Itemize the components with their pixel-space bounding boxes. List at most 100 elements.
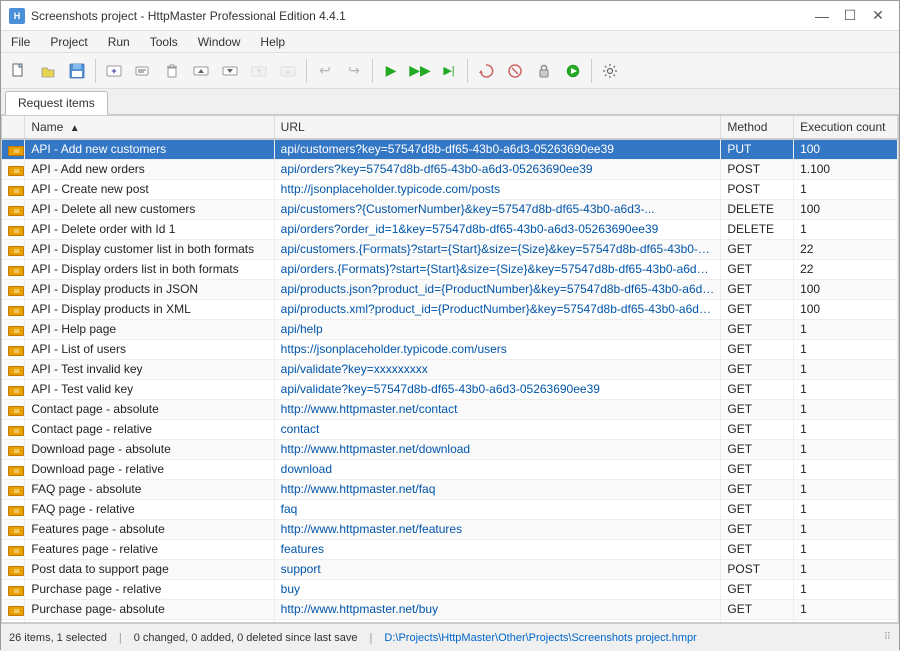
move-up-button[interactable]	[187, 57, 215, 85]
menu-help[interactable]: Help	[250, 31, 295, 52]
table-row[interactable]: ≡≡API - Display products in JSONapi/prod…	[2, 279, 898, 299]
row-url: buy	[274, 579, 721, 599]
edit-button[interactable]	[129, 57, 157, 85]
row-method: GET	[721, 419, 794, 439]
menu-window[interactable]: Window	[188, 31, 251, 52]
reset-button[interactable]	[472, 57, 500, 85]
table-row[interactable]: ≡≡Post data to support pagesupportPOST1	[2, 559, 898, 579]
table-row[interactable]: ≡≡Download page - relativedownloadGET1	[2, 459, 898, 479]
menu-tools[interactable]: Tools	[140, 31, 188, 52]
table-row[interactable]: ≡≡Purchase page - relativebuyGET1	[2, 579, 898, 599]
col-header-icon[interactable]	[2, 116, 25, 139]
row-url: features	[274, 539, 721, 559]
table-row[interactable]: ≡≡API - Add new ordersapi/orders?key=575…	[2, 159, 898, 179]
table-row[interactable]: ≡≡API - Display products in XMLapi/produ…	[2, 299, 898, 319]
table-row[interactable]: ≡≡API - Help pageapi/helpGET1	[2, 319, 898, 339]
table-row[interactable]: ≡≡Download page - absolutehttp://www.htt…	[2, 439, 898, 459]
close-button[interactable]: ✕	[865, 5, 891, 27]
menu-file[interactable]: File	[1, 31, 40, 52]
row-url: https://jsonplaceholder.typicode.com/use…	[274, 339, 721, 359]
status-changes-info: 0 changed, 0 added, 0 deleted since last…	[134, 632, 358, 644]
requests-table: Name ▲ URL Method Execution count ≡≡API …	[2, 116, 898, 622]
table-row[interactable]: ≡≡API - Delete order with Id 1api/orders…	[2, 219, 898, 239]
row-icon-cell: ≡≡	[2, 579, 25, 599]
table-row[interactable]: ≡≡Features page - relativefeaturesGET1	[2, 539, 898, 559]
table-row[interactable]: ≡≡Features page - absolutehttp://www.htt…	[2, 519, 898, 539]
run-button[interactable]: ▶	[377, 57, 405, 85]
run-selected-button[interactable]: ▶|	[435, 57, 463, 85]
table-row[interactable]: ≡≡API - Display orders list in both form…	[2, 259, 898, 279]
row-url: api/orders?order_id=1&key=57547d8b-df65-…	[274, 219, 721, 239]
request-type-icon: ≡≡	[8, 166, 24, 176]
row-name: Purchase page - relative	[25, 579, 274, 599]
request-type-icon: ≡≡	[8, 366, 24, 376]
table-row[interactable]: ≡≡API - Test invalid keyapi/validate?key…	[2, 359, 898, 379]
request-type-icon: ≡≡	[8, 326, 24, 336]
table-row[interactable]: ≡≡API - Delete all new customersapi/cust…	[2, 199, 898, 219]
request-type-icon: ≡≡	[8, 206, 24, 216]
table-row[interactable]: ≡≡API - Display customer list in both fo…	[2, 239, 898, 259]
col-header-method[interactable]: Method	[721, 116, 794, 139]
run-all-button[interactable]: ▶▶	[406, 57, 434, 85]
menu-project[interactable]: Project	[40, 31, 97, 52]
row-name: API - Create new post	[25, 179, 274, 199]
row-execcount: 1	[794, 499, 898, 519]
table-row[interactable]: ≡≡API - Add new customersapi/customers?k…	[2, 139, 898, 159]
row-url: api/products.json?product_id={ProductNum…	[274, 279, 721, 299]
new-button[interactable]	[5, 57, 33, 85]
row-execcount: 22	[794, 239, 898, 259]
row-icon-cell: ≡≡	[2, 219, 25, 239]
delete-button[interactable]	[158, 57, 186, 85]
table-row[interactable]: ≡≡API - Create new posthttp://jsonplaceh…	[2, 179, 898, 199]
settings-button[interactable]	[596, 57, 624, 85]
row-execcount: 1	[794, 379, 898, 399]
row-name: API - Add new orders	[25, 159, 274, 179]
col-header-name[interactable]: Name ▲	[25, 116, 274, 139]
row-icon-cell: ≡≡	[2, 239, 25, 259]
request-type-icon: ≡≡	[8, 386, 24, 396]
row-method: GET	[721, 359, 794, 379]
status-file-path[interactable]: D:\Projects\HttpMaster\Other\Projects\Sc…	[384, 632, 696, 644]
request-type-icon: ≡≡	[8, 566, 24, 576]
row-icon-cell: ≡≡	[2, 339, 25, 359]
table-row[interactable]: ≡≡Contact page - absolutehttp://www.http…	[2, 399, 898, 419]
row-icon-cell: ≡≡	[2, 559, 25, 579]
table-row[interactable]: ≡≡FAQ page - relativefaqGET1	[2, 499, 898, 519]
save-button[interactable]	[63, 57, 91, 85]
table-row[interactable]: ≡≡Purchase page- absolutehttp://www.http…	[2, 599, 898, 619]
maximize-button[interactable]: ☐	[837, 5, 863, 27]
table-row[interactable]: ≡≡API - Test valid keyapi/validate?key=5…	[2, 379, 898, 399]
move-down-button[interactable]	[216, 57, 244, 85]
col-header-url[interactable]: URL	[274, 116, 721, 139]
row-execcount: 1	[794, 439, 898, 459]
toolbar-separator-2	[306, 59, 307, 83]
row-execcount: 1	[794, 579, 898, 599]
row-method: GET	[721, 299, 794, 319]
row-execcount: 100	[794, 299, 898, 319]
open-button[interactable]	[34, 57, 62, 85]
row-name: Purchase page- absolute	[25, 599, 274, 619]
row-url: api/orders?key=57547d8b-df65-43b0-a6d3-0…	[274, 159, 721, 179]
play-media-button[interactable]	[559, 57, 587, 85]
col-header-execcount[interactable]: Execution count	[794, 116, 898, 139]
row-name: Features page - absolute	[25, 519, 274, 539]
clear-button[interactable]	[501, 57, 529, 85]
table-row[interactable]: ≡≡FAQ page - absolutehttp://www.httpmast…	[2, 479, 898, 499]
tab-request-items[interactable]: Request items	[5, 91, 108, 115]
row-url: http://www.httpmaster.net/faq	[274, 479, 721, 499]
table-container[interactable]: Name ▲ URL Method Execution count ≡≡API …	[2, 116, 898, 622]
table-row[interactable]: ≡≡API - List of usershttps://jsonplaceho…	[2, 339, 898, 359]
add-request-button[interactable]: +	[100, 57, 128, 85]
table-row[interactable]: ≡≡Contact page - relativecontactGET1	[2, 419, 898, 439]
request-type-icon: ≡≡	[8, 306, 24, 316]
lock-button[interactable]	[530, 57, 558, 85]
request-type-icon: ≡≡	[8, 546, 24, 556]
row-method: GET	[721, 619, 794, 622]
row-method: PUT	[721, 139, 794, 159]
row-execcount: 1	[794, 319, 898, 339]
table-row[interactable]: ≡≡Test root pageGET1	[2, 619, 898, 622]
minimize-button[interactable]: —	[809, 5, 835, 27]
menu-run[interactable]: Run	[98, 31, 140, 52]
row-method: GET	[721, 379, 794, 399]
row-url: api/products.xml?product_id={ProductNumb…	[274, 299, 721, 319]
